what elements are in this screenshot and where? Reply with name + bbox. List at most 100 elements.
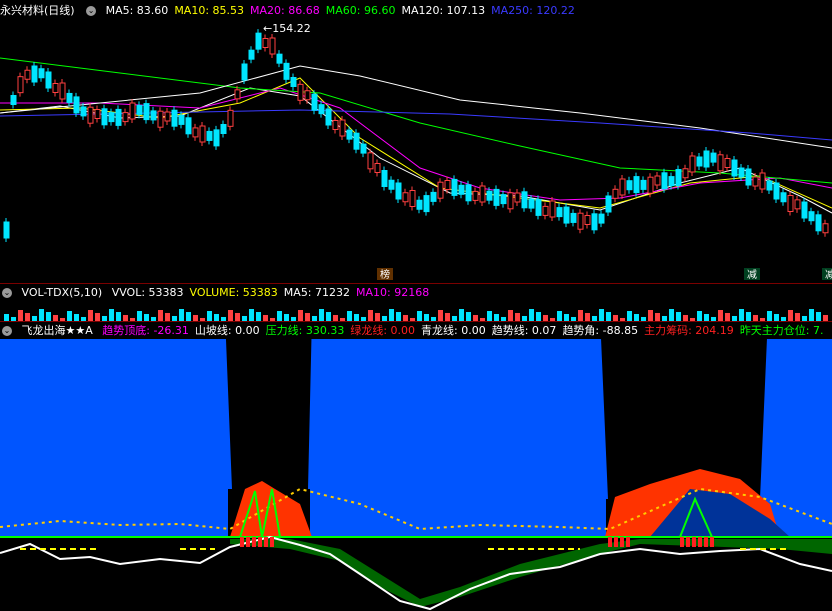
volume-bar — [326, 312, 331, 321]
candle-body — [262, 38, 269, 48]
volume-bar — [347, 311, 352, 321]
volume-bar — [655, 313, 660, 321]
candle-body — [794, 199, 801, 210]
signal-bar — [614, 537, 618, 547]
volume-bar — [606, 312, 611, 321]
indicator-title[interactable]: 飞龙出海★★A — [22, 324, 93, 337]
candle-body — [780, 192, 787, 203]
candle-body — [59, 82, 66, 100]
candle-body — [388, 179, 395, 190]
candle-body — [577, 212, 584, 230]
collapse-icon[interactable]: ⌄ — [86, 6, 97, 16]
stock-name[interactable]: 永兴材料 — [0, 4, 44, 17]
volume-chart[interactable] — [0, 301, 832, 321]
candle-body — [654, 175, 661, 186]
candle-body — [38, 68, 45, 79]
candle-body — [738, 167, 745, 178]
signal-bar — [270, 537, 274, 547]
signal-bar — [252, 537, 256, 547]
candle-body — [486, 190, 493, 201]
candle-body — [101, 108, 108, 126]
indicator-values: 趋势顶底: -26.31 山坡线: 0.00 压力线: 330.33 绿龙线: 0.0… — [102, 324, 829, 337]
volume-bar — [67, 311, 72, 321]
candle-body — [675, 169, 682, 186]
volume-bar — [697, 311, 702, 321]
collapse-icon[interactable]: ⌄ — [2, 326, 12, 336]
candle-body — [402, 192, 409, 203]
volume-bar — [417, 311, 422, 321]
volume-bar — [137, 311, 142, 321]
signal-bar — [240, 537, 244, 547]
signal-bar — [246, 537, 250, 547]
candle-body — [745, 168, 752, 186]
candle-body — [115, 108, 122, 126]
volume-title[interactable]: VOL-TDX(5,10) — [22, 286, 103, 299]
volume-bar — [676, 312, 681, 321]
ma20-line — [0, 87, 832, 201]
candle-body — [682, 168, 689, 179]
volume-value-2: MA5: 71232 — [283, 286, 351, 299]
candle-body — [710, 152, 717, 163]
candle-body — [311, 93, 318, 111]
volume-bar — [319, 309, 324, 321]
volume-bar — [459, 309, 464, 321]
volume-bar — [634, 314, 639, 321]
candle-body — [668, 176, 675, 187]
volume-bar — [298, 310, 303, 321]
candle-body — [689, 155, 696, 173]
candle-body — [570, 212, 577, 223]
high-price-label: ←154.22 — [263, 22, 311, 35]
volume-bar — [669, 309, 674, 321]
candle-body — [626, 180, 633, 191]
volume-bar — [809, 309, 814, 321]
candle-body — [451, 178, 458, 196]
candle-body — [724, 158, 731, 168]
candle-body — [17, 76, 24, 94]
candle-body — [206, 130, 213, 141]
candle-body — [73, 96, 80, 114]
candle-body — [416, 199, 423, 210]
candle-body — [213, 129, 220, 147]
volume-bar — [4, 314, 9, 321]
volume-bar — [487, 311, 492, 321]
candle-body — [766, 180, 773, 191]
indicator-value-5: 趋势线: 0.07 — [491, 324, 557, 337]
volume-bar — [704, 314, 709, 321]
candle-body — [521, 191, 528, 209]
candle-body — [325, 108, 332, 126]
candle-body — [773, 182, 780, 200]
candle-body — [10, 95, 17, 105]
panel-divider — [0, 321, 832, 322]
candle-body — [199, 125, 206, 143]
volume-bar — [368, 310, 373, 321]
candle-body — [150, 110, 157, 121]
indicator-chart[interactable] — [0, 339, 832, 611]
candlestick-chart[interactable]: ←154.22 榜 减 减 — [0, 18, 832, 280]
volume-bar — [564, 314, 569, 321]
candle-body — [164, 111, 171, 122]
marker-label: 减 — [747, 269, 757, 280]
candle-body — [318, 104, 325, 115]
candle-body — [87, 106, 94, 124]
volume-bar — [774, 314, 779, 321]
volume-bar — [396, 312, 401, 321]
volume-bar — [305, 313, 310, 321]
candle-body — [500, 194, 507, 205]
candle-body — [423, 195, 430, 213]
volume-bar — [816, 312, 821, 321]
candle-body — [332, 120, 339, 130]
candle-body — [647, 176, 654, 194]
volume-bar — [494, 314, 499, 321]
volume-bar — [165, 313, 170, 321]
period-label[interactable]: (日线) — [44, 4, 75, 17]
candle-body — [542, 205, 549, 216]
candle-body — [612, 188, 619, 199]
ma-value-3: MA60: 96.60 — [325, 4, 396, 17]
volume-bar — [599, 309, 604, 321]
candle-body — [598, 213, 605, 224]
candle-body — [129, 102, 136, 120]
collapse-icon[interactable]: ⌄ — [2, 288, 12, 298]
volume-bar — [508, 310, 513, 321]
volume-bar — [578, 310, 583, 321]
volume-bar — [144, 314, 149, 321]
